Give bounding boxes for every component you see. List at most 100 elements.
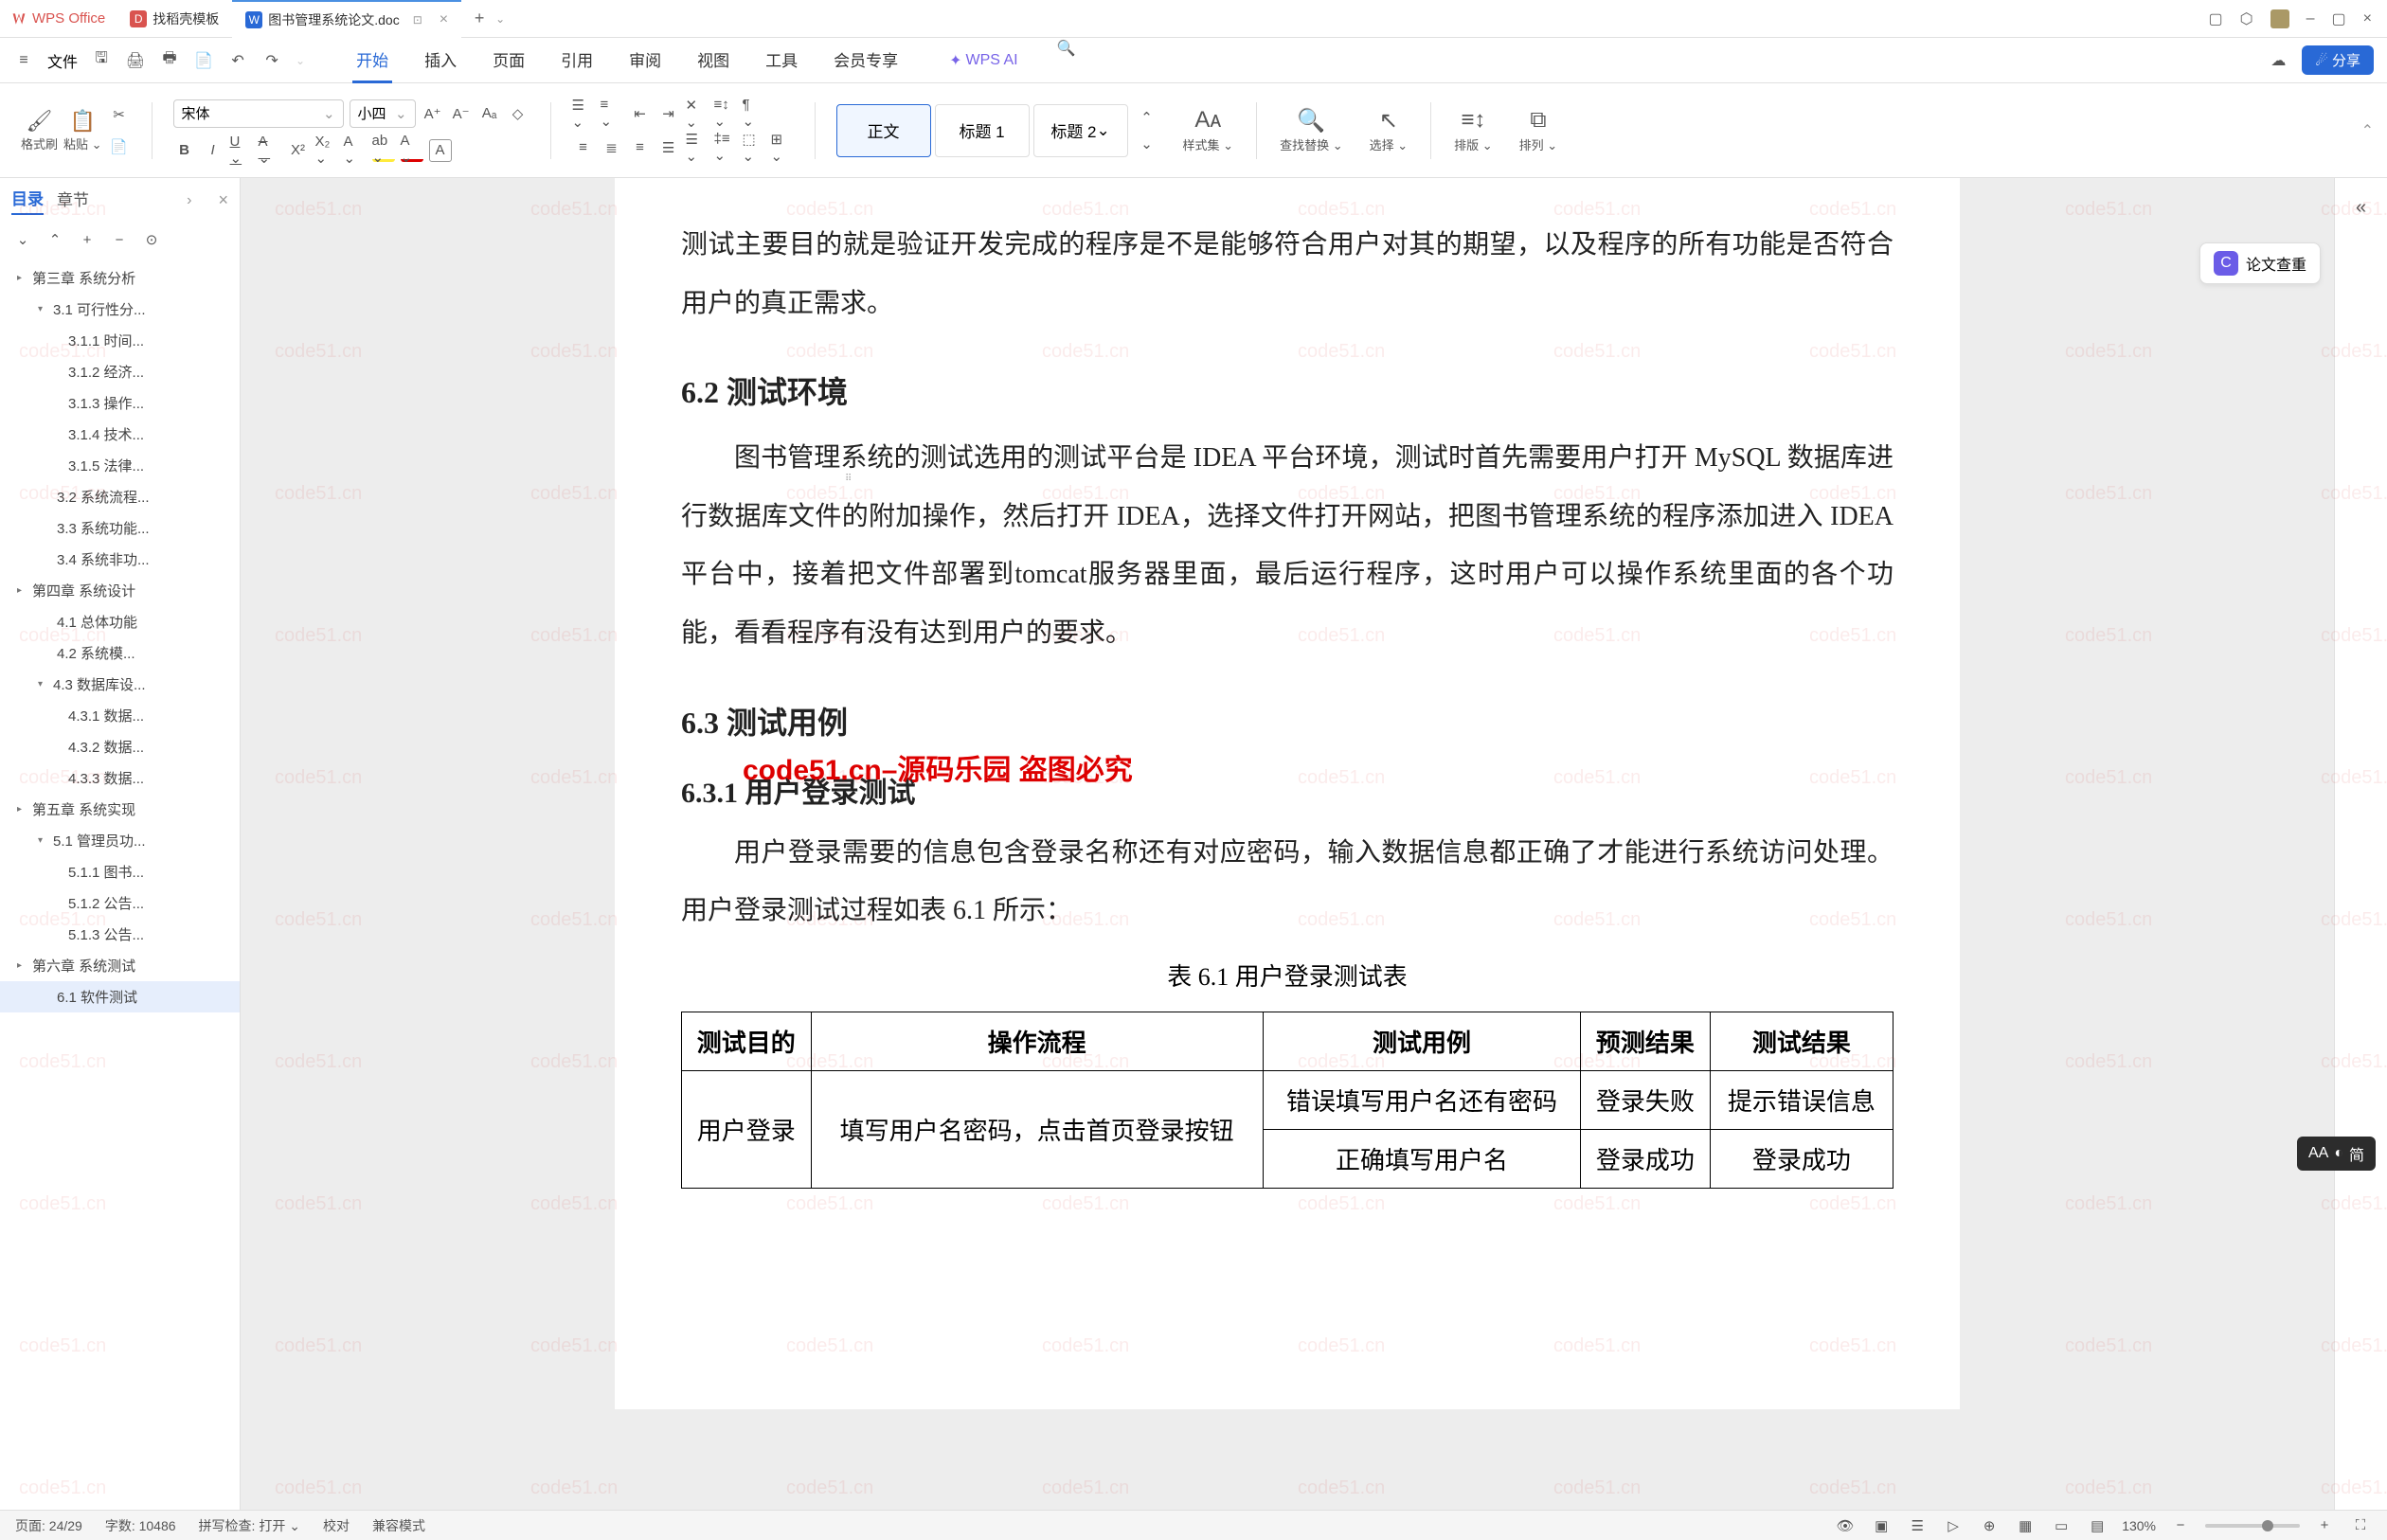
toc-item[interactable]: 4.3.2 数据... xyxy=(0,731,240,762)
toc-item[interactable]: 3.1.2 经济... xyxy=(0,356,240,387)
toc-caret-icon[interactable]: ▾ xyxy=(38,679,49,689)
redo-icon[interactable]: ↷ xyxy=(261,50,282,71)
status-eye-icon[interactable]: 👁 xyxy=(1834,1514,1857,1537)
zoom-out-button[interactable]: − xyxy=(2169,1514,2192,1537)
clear-format-icon[interactable]: ◇ xyxy=(507,102,529,125)
close-window-icon[interactable]: × xyxy=(2363,10,2372,27)
increase-font-icon[interactable]: A⁺ xyxy=(422,102,444,125)
toc-item[interactable]: ▸第五章 系统实现 xyxy=(0,794,240,825)
font-family-select[interactable]: 宋体⌄ xyxy=(173,99,344,128)
text-direction-button[interactable]: ✕ ⌄ xyxy=(686,102,709,125)
tab-outline[interactable]: 目录 xyxy=(11,186,44,215)
toc-item[interactable]: 4.2 系统模... xyxy=(0,637,240,669)
toc-item[interactable]: ▸第三章 系统分析 xyxy=(0,262,240,294)
share-button[interactable]: ☄ 分享 xyxy=(2302,45,2374,75)
decrease-font-icon[interactable]: A⁻ xyxy=(450,102,473,125)
toc-item[interactable]: 5.1.2 公告... xyxy=(0,887,240,919)
sidebar-gear-icon[interactable]: ⊙ xyxy=(140,228,163,251)
decrease-indent-button[interactable]: ⇤ xyxy=(629,102,652,125)
toc-caret-icon[interactable]: ▾ xyxy=(38,835,49,846)
toc-caret-icon[interactable]: ▸ xyxy=(17,585,28,596)
app-logo[interactable]: WPS Office xyxy=(0,10,117,27)
toc-item[interactable]: 4.3.3 数据... xyxy=(0,762,240,794)
format-painter-icon[interactable]: 🖌 xyxy=(27,108,53,134)
save-icon[interactable]: 🖫 xyxy=(91,50,112,71)
align-group-button[interactable]: ⧉ 排列 ⌄ xyxy=(1510,107,1568,153)
select-button[interactable]: ↖ 选择 ⌄ xyxy=(1360,107,1418,153)
status-play-icon[interactable]: ▷ xyxy=(1942,1514,1965,1537)
sidebar-add-icon[interactable]: + xyxy=(76,228,99,251)
subscript-button[interactable]: X₂ ⌄ xyxy=(315,139,338,162)
toc-item[interactable]: 6.1 软件测试 xyxy=(0,981,240,1012)
align-left-button[interactable]: ≡ xyxy=(572,136,595,159)
char-shading-button[interactable]: A xyxy=(429,139,452,162)
align-distribute-button[interactable]: ☰ ⌄ xyxy=(686,136,709,159)
font-size-select[interactable]: 小四⌄ xyxy=(350,99,416,128)
toc-item[interactable]: 3.1.5 法律... xyxy=(0,450,240,481)
sort-button[interactable]: ≡↕ ⌄ xyxy=(714,102,737,125)
user-avatar[interactable] xyxy=(2270,9,2289,28)
ribbon-collapse-icon[interactable]: ⌃ xyxy=(2361,121,2374,140)
toc-item[interactable]: 4.1 总体功能 xyxy=(0,606,240,637)
align-right-button[interactable]: ≡ xyxy=(629,136,652,159)
toc-item[interactable]: ▾4.3 数据库设... xyxy=(0,669,240,700)
tab-chapters[interactable]: 章节 xyxy=(57,187,89,214)
menu-tab-home[interactable]: 开始 xyxy=(352,38,392,83)
document-viewport[interactable]: ⠿ 测试主要目的就是验证开发完成的程序是不是能够符合用户对其的期望，以及程序的所… xyxy=(241,178,2334,1510)
status-book-icon[interactable]: ▭ xyxy=(2050,1514,2073,1537)
rail-collapse-icon[interactable]: « xyxy=(2345,191,2378,224)
tab-close-icon[interactable]: × xyxy=(440,11,448,28)
toc-item[interactable]: 3.2 系统流程... xyxy=(0,481,240,512)
line-spacing-button[interactable]: ‡≡ ⌄ xyxy=(714,136,737,159)
toc-caret-icon[interactable]: ▸ xyxy=(17,804,28,815)
font-size-toggle[interactable]: AA ◐ 简 xyxy=(2297,1137,2376,1171)
change-case-icon[interactable]: Aₐ xyxy=(478,102,501,125)
save-as-icon[interactable]: 🖨 xyxy=(125,50,146,71)
paste-icon[interactable]: 📋 xyxy=(69,108,96,134)
tab-template[interactable]: D 找稻壳模板 xyxy=(117,0,232,38)
strikethrough-button[interactable]: A ⌄ xyxy=(259,139,281,162)
tab-dropdown-icon[interactable]: ⌄ xyxy=(495,12,505,26)
zoom-in-button[interactable]: + xyxy=(2313,1514,2336,1537)
status-page[interactable]: 页面: 24/29 xyxy=(15,1516,82,1535)
underline-button[interactable]: U ⌄ xyxy=(230,139,253,162)
highlight-button[interactable]: ab ⌄ xyxy=(372,139,395,162)
fullscreen-icon[interactable]: ⛶ xyxy=(2349,1514,2372,1537)
superscript-button[interactable]: X² xyxy=(287,139,310,162)
status-outline-icon[interactable]: ☰ xyxy=(1906,1514,1929,1537)
toc-caret-icon[interactable]: ▾ xyxy=(38,304,49,314)
wps-ai-button[interactable]: ✦WPS AI xyxy=(949,38,1018,83)
style-next-button[interactable]: ⌄ xyxy=(1136,133,1158,155)
menu-tab-view[interactable]: 视图 xyxy=(693,38,733,83)
sidebar-expand-icon[interactable]: ⌃ xyxy=(44,228,66,251)
cut-icon[interactable]: ✂ xyxy=(108,103,131,126)
align-justify-button[interactable]: ☰ xyxy=(657,136,680,159)
bold-button[interactable]: B xyxy=(173,139,196,162)
style-heading1[interactable]: 标题 1 xyxy=(935,104,1030,157)
toc-item[interactable]: ▸第四章 系统设计 xyxy=(0,575,240,606)
italic-button[interactable]: I xyxy=(202,139,224,162)
show-marks-button[interactable]: ¶ ⌄ xyxy=(743,102,765,125)
sidebar-collapse-icon[interactable]: ⌄ xyxy=(11,228,34,251)
toc-item[interactable]: ▸第六章 系统测试 xyxy=(0,950,240,981)
toc-caret-icon[interactable]: ▸ xyxy=(17,960,28,971)
style-prev-button[interactable]: ⌃ xyxy=(1136,106,1158,129)
menu-tab-tools[interactable]: 工具 xyxy=(762,38,801,83)
view-outline-icon[interactable]: ⬡ xyxy=(2240,9,2253,28)
view-page-icon[interactable]: ▢ xyxy=(2209,9,2223,28)
toc-item[interactable]: 3.4 系统非功... xyxy=(0,544,240,575)
hamburger-icon[interactable]: ≡ xyxy=(13,50,34,71)
font-color-button[interactable]: A ⌄ xyxy=(401,139,423,162)
print-preview-icon[interactable]: 📄 xyxy=(193,50,214,71)
cloud-icon[interactable]: ☁ xyxy=(2268,50,2288,71)
maximize-icon[interactable]: ▢ xyxy=(2332,9,2346,28)
menu-tab-premium[interactable]: 会员专享 xyxy=(830,38,902,83)
text-effects-button[interactable]: A ⌄ xyxy=(344,139,367,162)
style-normal[interactable]: 正文 xyxy=(836,104,931,157)
toc-item[interactable]: 4.3.1 数据... xyxy=(0,700,240,731)
menu-tab-page[interactable]: 页面 xyxy=(489,38,529,83)
status-web-icon[interactable]: ▤ xyxy=(2086,1514,2109,1537)
paragraph-handle-icon[interactable]: ⠿ xyxy=(845,474,852,484)
new-tab-button[interactable]: + xyxy=(471,10,488,27)
toc-item[interactable]: 3.1.4 技术... xyxy=(0,419,240,450)
